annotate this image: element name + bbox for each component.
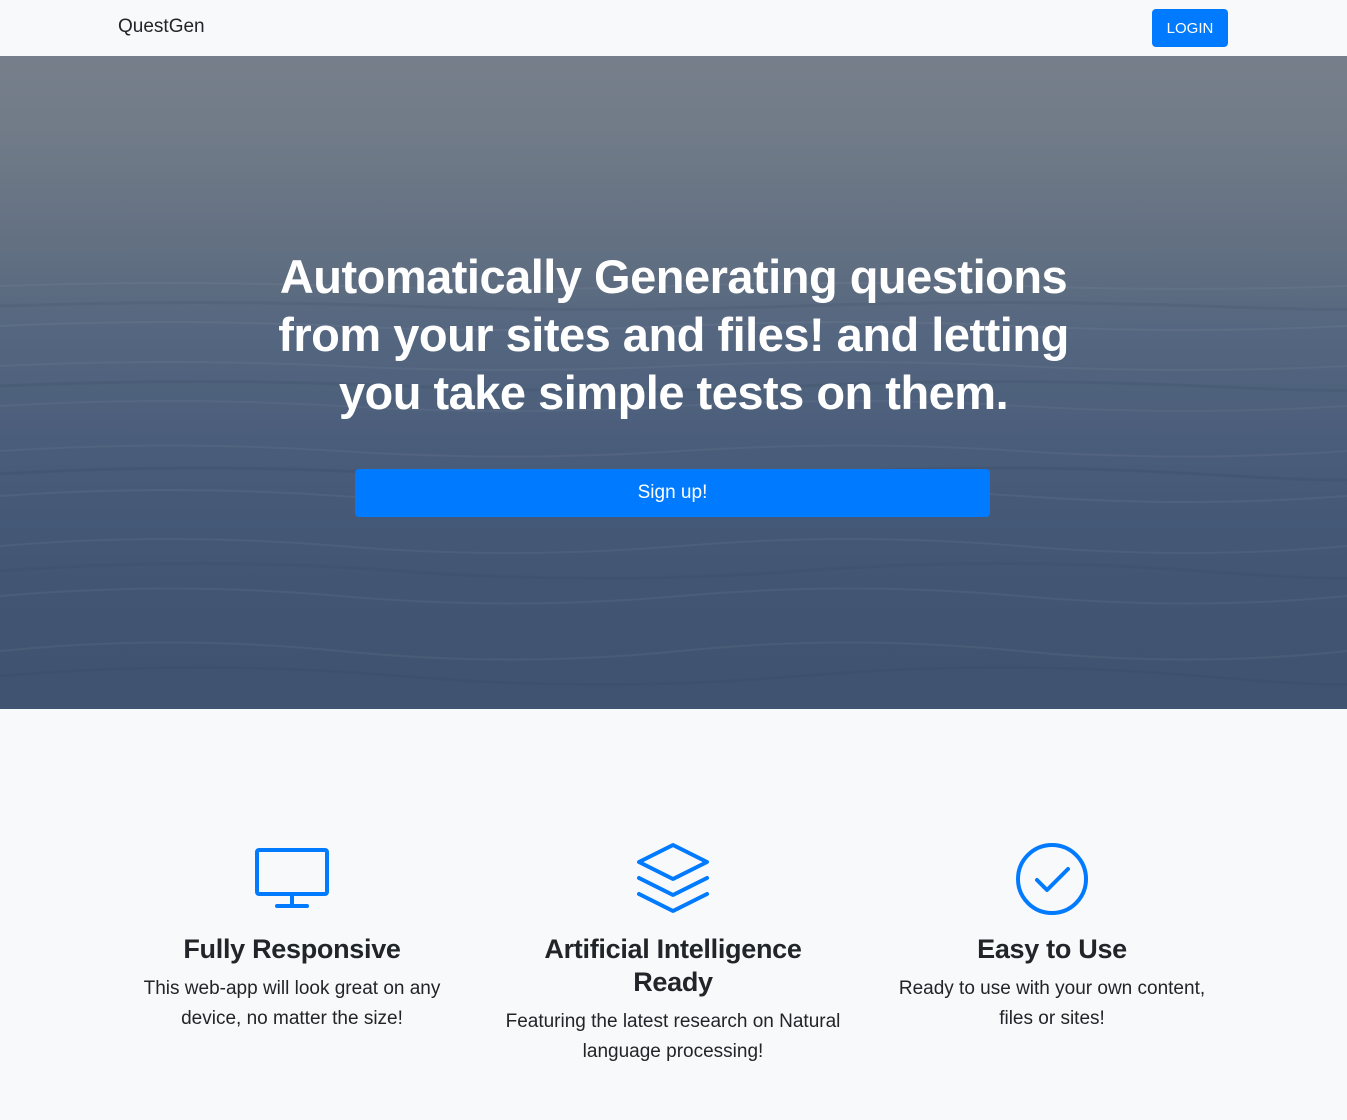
feature-text: Featuring the latest research on Natural…	[505, 1011, 841, 1062]
feature-ai-ready: Artificial Intelligence Ready Featuring …	[503, 839, 843, 1067]
feature-title: Easy to Use	[977, 934, 1127, 964]
login-button[interactable]: LOGIN	[1152, 9, 1228, 47]
brand-link[interactable]: QuestGen	[118, 16, 205, 38]
layers-icon	[503, 839, 843, 919]
hero-section: Automatically Generating questions from …	[0, 56, 1347, 709]
feature-text: This web-app will look great on any devi…	[143, 978, 441, 1029]
feature-title: Fully Responsive	[183, 934, 401, 964]
hero-title: Automatically Generating questions from …	[278, 250, 1069, 419]
feature-easy-to-use: Easy to Use Ready to use with your own c…	[882, 839, 1222, 1034]
check-circle-icon	[882, 839, 1222, 919]
feature-title: Artificial Intelligence Ready	[544, 934, 802, 997]
feature-text: Ready to use with your own content, file…	[898, 978, 1206, 1029]
feature-fully-responsive: Fully Responsive This web-app will look …	[122, 839, 462, 1034]
signup-button[interactable]: Sign up!	[355, 469, 990, 517]
monitor-icon	[122, 839, 462, 919]
navbar: QuestGen LOGIN	[0, 0, 1347, 56]
features-section: Fully Responsive This web-app will look …	[0, 709, 1347, 1120]
